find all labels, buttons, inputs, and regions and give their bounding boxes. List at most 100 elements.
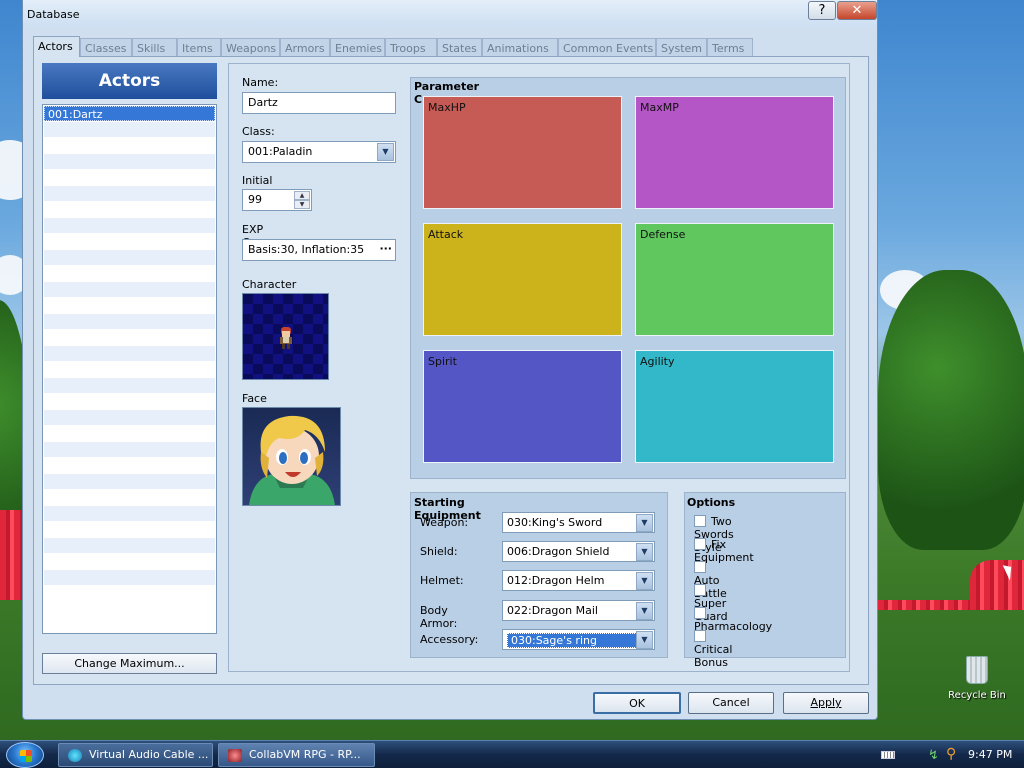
list-item[interactable]	[44, 234, 215, 249]
actor-list[interactable]: 001:Dartz	[42, 104, 217, 634]
option-critical-bonus[interactable]: Critical Bonus	[694, 630, 732, 669]
tab-actors[interactable]: Actors	[33, 36, 80, 57]
equip-slot-value: 022:Dragon Mail	[507, 604, 598, 617]
keyboard-tray-icon[interactable]	[881, 751, 895, 759]
taskbar-item-collabvm-rpg[interactable]: CollabVM RPG - RP...	[218, 743, 375, 767]
curve-spirit[interactable]: Spirit	[423, 350, 622, 463]
initial-level-spinner[interactable]: 99 ▲ ▼	[242, 189, 312, 211]
list-item[interactable]	[44, 410, 215, 425]
chevron-down-icon[interactable]: ▼	[636, 631, 653, 649]
tab-animations[interactable]: Animations	[482, 38, 558, 56]
window-title: Database	[27, 8, 80, 21]
character-graphic-picker[interactable]	[242, 293, 329, 380]
chevron-down-icon[interactable]: ▼	[636, 543, 653, 561]
audio-app-icon	[68, 749, 82, 762]
taskbar-item-virtual-audio-cable[interactable]: Virtual Audio Cable ...	[58, 743, 213, 767]
tab-items[interactable]: Items	[177, 38, 221, 56]
tab-troops[interactable]: Troops	[385, 38, 437, 56]
list-item[interactable]	[44, 202, 215, 217]
list-item[interactable]	[44, 490, 215, 505]
equip-helmet-select[interactable]: 012:Dragon Helm ▼	[502, 570, 655, 591]
cancel-button[interactable]: Cancel	[688, 692, 774, 714]
equip-slot-value: 030:King's Sword	[507, 516, 603, 529]
checkbox[interactable]	[694, 515, 706, 527]
name-input[interactable]: Dartz	[242, 92, 396, 114]
curve-agility[interactable]: Agility	[635, 350, 834, 463]
change-maximum-button[interactable]: Change Maximum...	[42, 653, 217, 674]
class-select[interactable]: 001:Paladin ▼	[242, 141, 396, 163]
equip-body-armor-select[interactable]: 022:Dragon Mail ▼	[502, 600, 655, 621]
list-item[interactable]	[44, 586, 215, 601]
exp-curve-value: Basis:30, Inflation:35	[248, 243, 365, 256]
list-item[interactable]	[44, 298, 215, 313]
checkbox[interactable]	[694, 561, 706, 573]
speaker-tray-icon[interactable]: ⚲	[946, 746, 956, 762]
name-value: Dartz	[248, 96, 278, 109]
checkbox[interactable]	[694, 607, 706, 619]
tab-terms[interactable]: Terms	[707, 38, 753, 56]
list-item[interactable]	[44, 122, 215, 137]
list-item[interactable]	[44, 554, 215, 569]
tab-skills[interactable]: Skills	[132, 38, 177, 56]
curve-maxhp[interactable]: MaxHP	[423, 96, 622, 209]
exp-curve-field[interactable]: Basis:30, Inflation:35 ···	[242, 239, 396, 261]
list-item[interactable]	[44, 378, 215, 393]
title-bar[interactable]: Database ? ✕	[23, 0, 877, 27]
chevron-down-icon[interactable]: ▼	[636, 602, 653, 620]
checkbox[interactable]	[694, 538, 706, 550]
list-item[interactable]	[44, 218, 215, 233]
list-item[interactable]	[44, 138, 215, 153]
list-item[interactable]	[44, 394, 215, 409]
list-item[interactable]	[44, 474, 215, 489]
list-item[interactable]	[44, 282, 215, 297]
checkbox[interactable]	[694, 630, 706, 642]
ok-button[interactable]: OK	[593, 692, 681, 714]
list-item[interactable]	[44, 570, 215, 585]
chevron-down-icon[interactable]: ▼	[377, 143, 394, 161]
checkbox[interactable]	[694, 584, 706, 596]
curve-maxmp[interactable]: MaxMP	[635, 96, 834, 209]
face-graphic-picker[interactable]	[242, 407, 341, 506]
close-button[interactable]: ✕	[837, 1, 877, 20]
curve-defense[interactable]: Defense	[635, 223, 834, 336]
curve-label: MaxMP	[640, 101, 679, 114]
list-item[interactable]	[44, 522, 215, 537]
tab-weapons[interactable]: Weapons	[221, 38, 280, 56]
chevron-down-icon[interactable]: ▼	[636, 514, 653, 532]
chevron-down-icon[interactable]: ▼	[636, 572, 653, 590]
spin-down-icon[interactable]: ▼	[294, 200, 310, 209]
start-button[interactable]	[6, 742, 44, 768]
tab-armors[interactable]: Armors	[280, 38, 330, 56]
equip-weapon-select[interactable]: 030:King's Sword ▼	[502, 512, 655, 533]
recycle-bin-desktop-icon[interactable]: Recycle Bin	[942, 656, 1012, 701]
tab-enemies[interactable]: Enemies	[330, 38, 385, 56]
list-item[interactable]: 001:Dartz	[44, 106, 215, 121]
list-item[interactable]	[44, 346, 215, 361]
list-item[interactable]	[44, 506, 215, 521]
curve-attack[interactable]: Attack	[423, 223, 622, 336]
list-item[interactable]	[44, 314, 215, 329]
tab-system[interactable]: System	[656, 38, 707, 56]
list-item[interactable]	[44, 154, 215, 169]
spin-up-icon[interactable]: ▲	[294, 191, 310, 200]
exp-curve-edit-button[interactable]: ···	[379, 242, 392, 255]
equip-shield-select[interactable]: 006:Dragon Shield ▼	[502, 541, 655, 562]
tab-classes[interactable]: Classes	[80, 38, 132, 56]
list-item[interactable]	[44, 538, 215, 553]
list-item[interactable]	[44, 170, 215, 185]
list-item[interactable]	[44, 362, 215, 377]
list-item[interactable]	[44, 458, 215, 473]
list-item[interactable]	[44, 330, 215, 345]
tab-common-events[interactable]: Common Events	[558, 38, 656, 56]
list-item[interactable]	[44, 186, 215, 201]
list-item[interactable]	[44, 426, 215, 441]
help-button[interactable]: ?	[808, 1, 836, 20]
list-item[interactable]	[44, 442, 215, 457]
network-tray-icon[interactable]: ↯	[928, 748, 939, 763]
equip-accessory-select[interactable]: 030:Sage's ring ▼	[502, 629, 655, 650]
list-item[interactable]	[44, 250, 215, 265]
list-item[interactable]	[44, 266, 215, 281]
tab-states[interactable]: States	[437, 38, 482, 56]
apply-button[interactable]: Apply	[783, 692, 869, 714]
system-clock[interactable]: 9:47 PM	[968, 748, 1012, 761]
